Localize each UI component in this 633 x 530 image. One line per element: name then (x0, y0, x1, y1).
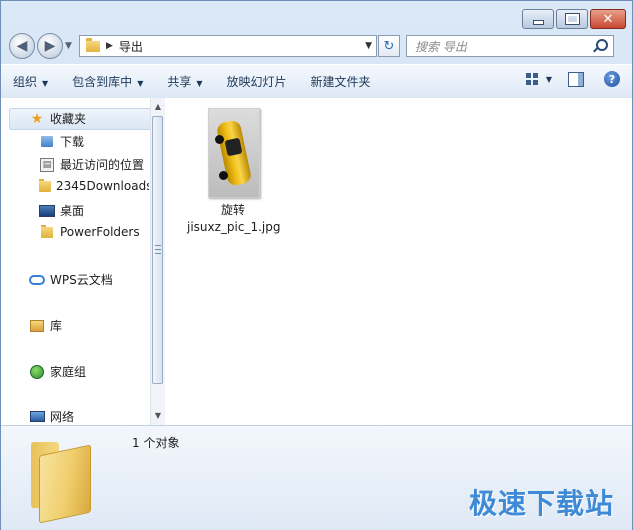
sidebar-item-network[interactable]: 网络 (29, 408, 74, 425)
new-folder-label: 新建文件夹 (310, 75, 371, 89)
sidebar-item-label: 最近访问的位置 (60, 158, 145, 172)
view-options-chevron-icon[interactable]: ▼ (546, 75, 552, 84)
close-icon: ✕ (602, 11, 614, 27)
command-toolbar: 组织 ▼ 包含到库中 ▼ 共享 ▼ 放映幻灯片 新建文件夹 ▼ ? (1, 64, 632, 99)
folder-icon (86, 37, 100, 52)
file-name-line-2: jisuxz_pic_1.jpg (187, 220, 281, 234)
watermark-logo: 极速下载站 (468, 487, 614, 520)
grip-icon (155, 245, 161, 254)
forward-arrow-icon: ▶ (44, 38, 56, 54)
search-input[interactable]: 搜索 导出 (406, 35, 614, 57)
address-bar[interactable]: ▶ 导出 ▼ (79, 35, 377, 57)
sidebar-item-label: WPS云文档 (50, 273, 113, 287)
preview-pane-icon[interactable] (568, 71, 584, 87)
navigation-pane: ★ 收藏夹 下载 ▤ 最近访问的位置 2345Downloads 桌面 Powe… (1, 98, 165, 425)
sidebar-item-label: PowerFolders (60, 225, 140, 239)
sidebar-item-label: 收藏夹 (50, 112, 87, 126)
caption-buttons: ✕ (520, 9, 626, 29)
sidebar-item-powerfolders[interactable]: PowerFolders (39, 224, 140, 239)
sidebar-item-label: 网络 (50, 410, 75, 424)
chevron-down-icon: ▼ (196, 79, 203, 88)
back-arrow-icon: ◀ (16, 38, 28, 54)
sidebar-item-recent-places[interactable]: ▤ 最近访问的位置 (39, 156, 144, 173)
sidebar-item-wps-cloud[interactable]: WPS云文档 (29, 271, 113, 288)
navigation-bar: ◀ ▶ ▼ ▶ 导出 ▼ ↻ 搜索 导出 (9, 33, 626, 59)
share-label: 共享 (167, 75, 192, 89)
item-count: 1 个对象 (132, 436, 180, 450)
large-folder-icon (31, 442, 91, 524)
breadcrumb-current-folder[interactable]: 导出 (119, 38, 143, 55)
file-name[interactable]: 旋转 jisuxz_pic_1.jpg (187, 202, 281, 236)
share-button[interactable]: 共享 ▼ (155, 73, 214, 90)
folder-icon (41, 224, 53, 238)
slideshow-label: 放映幻灯片 (226, 75, 287, 89)
sidebar-item-downloads[interactable]: 下载 (39, 133, 84, 150)
file-name-line-1: 旋转 (220, 203, 245, 217)
cloud-icon (29, 274, 45, 285)
address-dropdown-icon[interactable]: ▼ (365, 41, 372, 51)
change-view-icon[interactable] (525, 73, 538, 85)
homegroup-icon (30, 364, 44, 379)
downloads-folder-icon (41, 136, 53, 147)
refresh-icon: ↻ (383, 38, 395, 54)
sidebar-item-favorites[interactable]: ★ 收藏夹 (29, 110, 86, 127)
library-icon (30, 319, 44, 332)
slideshow-button[interactable]: 放映幻灯片 (215, 73, 299, 90)
include-in-library-label: 包含到库中 (72, 75, 133, 89)
recent-pages-dropdown[interactable]: ▼ (65, 41, 75, 51)
new-folder-button[interactable]: 新建文件夹 (299, 73, 383, 90)
back-button[interactable]: ◀ (9, 33, 35, 59)
scroll-down-icon[interactable]: ▼ (151, 409, 165, 423)
organize-label: 组织 (13, 75, 38, 89)
toolbar-right-group: ▼ ? (525, 71, 620, 87)
sidebar-item-2345downloads[interactable]: 2345Downloads (39, 179, 149, 193)
sidebar-item-homegroup[interactable]: 家庭组 (29, 363, 86, 380)
explorer-window: ✕ ◀ ▶ ▼ ▶ 导出 ▼ ↻ 搜索 导出 组织 ▼ 包含到库中 ▼ 共享 ▼ 放映… (0, 0, 633, 530)
refresh-button[interactable]: ↻ (378, 35, 400, 57)
sidebar-item-label: 家庭组 (50, 365, 87, 379)
include-in-library-button[interactable]: 包含到库中 ▼ (60, 73, 155, 90)
organize-button[interactable]: 组织 ▼ (1, 73, 60, 90)
help-icon[interactable]: ? (604, 71, 620, 87)
scroll-thumb[interactable] (152, 116, 163, 384)
close-button[interactable]: ✕ (590, 9, 626, 29)
maximize-button[interactable] (556, 9, 588, 29)
forward-button[interactable]: ▶ (37, 33, 63, 59)
sidebar-item-libraries[interactable]: 库 (29, 317, 62, 334)
network-icon (29, 411, 45, 422)
sidebar-item-desktop[interactable]: 桌面 (39, 202, 84, 219)
search-placeholder: 搜索 导出 (415, 39, 467, 54)
chevron-down-icon: ▼ (42, 79, 49, 88)
sidebar-item-label: 桌面 (60, 204, 85, 218)
sidebar-item-label: 2345Downloads (56, 179, 149, 193)
image-thumbnail[interactable] (208, 108, 260, 198)
sidebar-item-label: 下载 (60, 135, 85, 149)
star-icon: ★ (30, 110, 44, 127)
minimize-button[interactable] (522, 9, 554, 29)
folder-icon (39, 179, 51, 192)
breadcrumb-arrow-icon[interactable]: ▶ (106, 41, 113, 51)
scroll-up-icon[interactable]: ▲ (151, 100, 165, 114)
recent-places-icon: ▤ (40, 157, 54, 172)
desktop-icon (39, 204, 55, 217)
maximize-icon (564, 13, 580, 25)
navigation-scrollbar[interactable]: ▲ ▼ (150, 98, 165, 425)
details-pane: 1 个对象 极速下载站 (1, 425, 632, 530)
sidebar-item-label: 库 (50, 319, 63, 333)
minimize-icon (532, 19, 544, 25)
search-icon[interactable] (596, 39, 608, 51)
chevron-down-icon: ▼ (137, 79, 144, 88)
file-list: 旋转 jisuxz_pic_1.jpg (165, 98, 632, 425)
